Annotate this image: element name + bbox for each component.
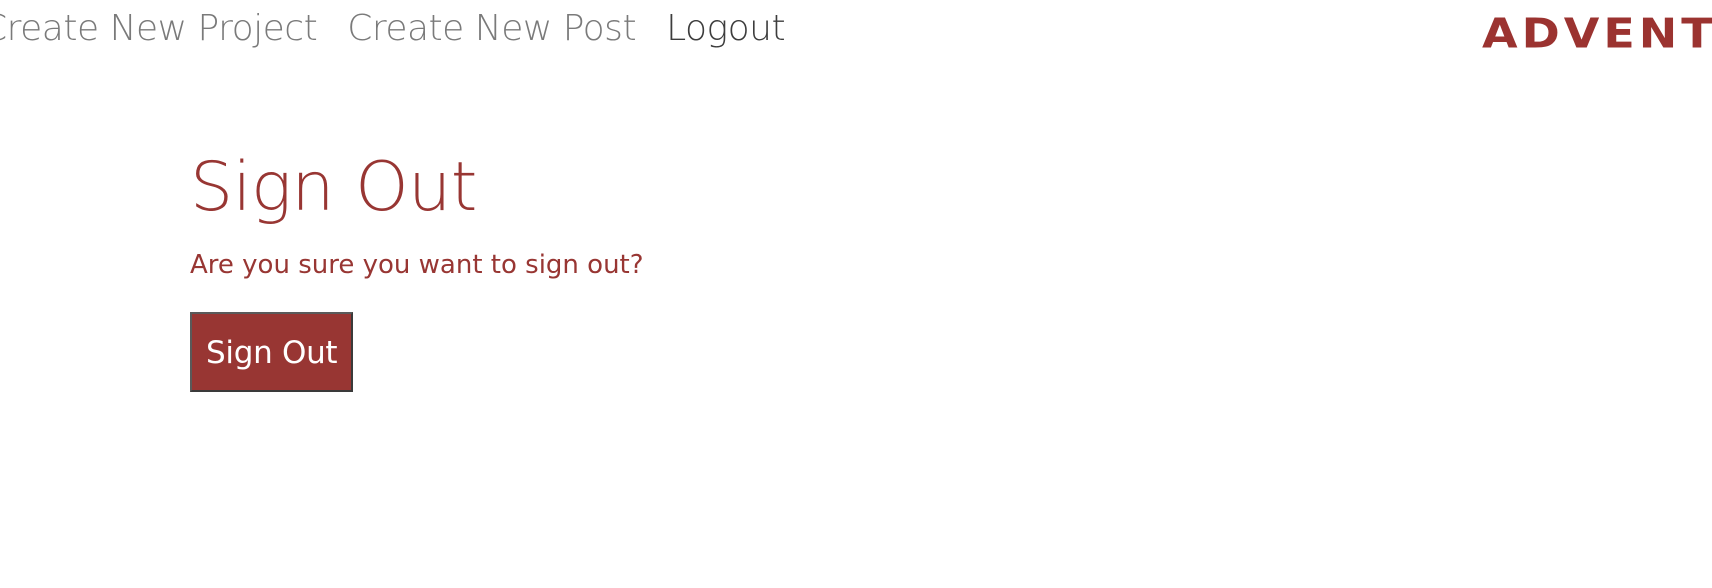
sign-out-prompt: Are you sure you want to sign out? [190,250,644,280]
main-content: Sign Out Are you sure you want to sign o… [190,140,644,392]
nav-link-create-new-post[interactable]: Create New Post [347,2,636,56]
top-navigation: Create New Project Create New Post Logou… [0,0,1712,70]
nav-link-create-new-project[interactable]: Create New Project [0,2,318,56]
nav-links: Create New Project Create New Post Logou… [0,2,815,56]
brand-logo[interactable]: ADVENT [1482,12,1712,53]
nav-link-logout[interactable]: Logout [666,2,786,56]
sign-out-button[interactable]: Sign Out [190,312,354,392]
page-title: Sign Out [190,148,477,227]
